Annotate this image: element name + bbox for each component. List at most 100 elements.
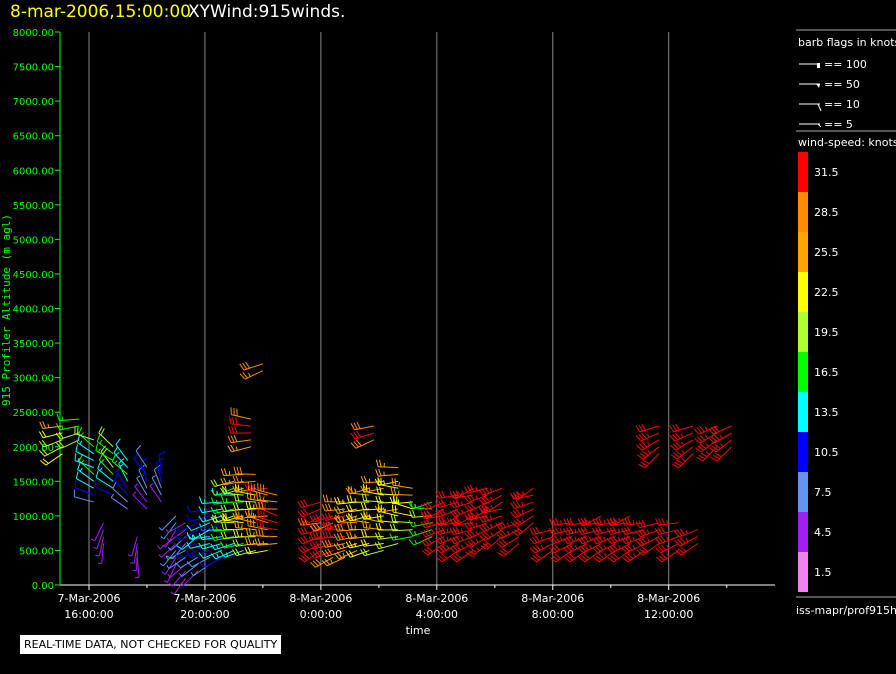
y-tick-label: 0.00 xyxy=(32,581,54,592)
wind-barb xyxy=(221,522,244,531)
wind-barb xyxy=(227,444,251,453)
colorbar-swatch xyxy=(798,312,808,352)
wind-barb xyxy=(334,523,358,532)
y-tick-label: 2000.00 xyxy=(13,443,54,454)
wind-barb xyxy=(239,370,264,380)
wind-barb xyxy=(374,541,399,550)
wind-barb xyxy=(710,446,732,462)
x-tick-label-time: 4:00:00 xyxy=(416,608,458,621)
x-tick-label-time: 20:00:00 xyxy=(180,608,229,621)
y-tick-label: 7500.00 xyxy=(13,63,54,74)
wind-barb xyxy=(670,439,694,451)
wind-barb xyxy=(509,500,534,510)
wind-barb xyxy=(654,535,679,545)
wind-barb xyxy=(160,522,177,540)
barb-icon xyxy=(817,103,822,112)
y-tick-label: 8000.00 xyxy=(13,28,54,39)
x-axis-label: time xyxy=(406,624,431,637)
wind-barb xyxy=(297,535,322,545)
colorbar-swatch xyxy=(798,152,808,192)
wind-barb xyxy=(334,496,358,505)
source-label: iss-mapr/prof915h xyxy=(796,604,896,617)
wind-barb xyxy=(420,528,445,538)
wind-barb xyxy=(669,432,694,442)
wind-barb xyxy=(375,459,399,468)
wind-barb xyxy=(391,477,413,489)
wind-barb xyxy=(94,479,114,496)
wind-barb xyxy=(158,515,177,531)
wind-barb xyxy=(232,502,256,511)
colorbar-label: 10.5 xyxy=(814,446,839,459)
y-tick-label: 2500.00 xyxy=(13,408,54,419)
colorbar-label: 31.5 xyxy=(814,166,839,179)
y-tick-label: 5000.00 xyxy=(13,235,54,246)
wind-barb xyxy=(210,479,235,487)
wind-barb xyxy=(636,439,660,451)
y-axis-label: 915 Profiler Altitude (m agl) xyxy=(0,214,13,406)
wind-barb xyxy=(227,434,251,444)
colorbar-label: 19.5 xyxy=(814,326,839,339)
pennant-icon xyxy=(817,63,820,68)
wind-barb xyxy=(230,407,251,420)
wind-barb xyxy=(635,423,660,433)
wind-barb xyxy=(420,536,445,547)
wind-barb xyxy=(391,504,413,517)
barb-legend-label: == 50 xyxy=(824,78,860,91)
wind-barb xyxy=(350,421,375,431)
y-tick-label: 4000.00 xyxy=(13,305,54,316)
colorbar-title: wind-speed: knots xyxy=(798,136,896,149)
wind-barb xyxy=(510,508,534,519)
y-tick-label: 5500.00 xyxy=(13,201,54,212)
wind-barb xyxy=(478,487,503,496)
wind-barb xyxy=(635,432,660,442)
wind-barb xyxy=(90,522,104,542)
colorbar-label: 16.5 xyxy=(814,366,839,379)
wind-barb xyxy=(478,514,503,523)
quality-notice: REAL-TIME DATA, NOT CHECKED FOR QUALITY xyxy=(20,635,282,654)
wind-barb xyxy=(186,505,210,513)
wind-barb xyxy=(232,475,256,484)
colorbar-swatch xyxy=(798,512,808,552)
wind-barb xyxy=(655,517,679,526)
wind-barb xyxy=(708,425,732,435)
y-tick-label: 6500.00 xyxy=(13,132,54,143)
wind-barb xyxy=(510,491,534,500)
wind-barb xyxy=(621,543,645,554)
wind-barb xyxy=(255,528,278,538)
y-tick-label: 1000.00 xyxy=(13,512,54,523)
colorbar-swatch xyxy=(798,232,808,272)
x-tick-label-date: 7-Mar-2006 xyxy=(57,592,120,605)
colorbar-label: 4.5 xyxy=(814,526,832,539)
y-tick-label: 6000.00 xyxy=(13,166,54,177)
wind-barb xyxy=(708,432,732,444)
wind-barb xyxy=(232,548,256,557)
x-tick-label-date: 7-Mar-2006 xyxy=(173,592,236,605)
wind-barb xyxy=(198,496,222,504)
wind-barb xyxy=(98,426,114,448)
wind-barb xyxy=(239,361,264,371)
wind-barb xyxy=(297,508,322,518)
wind-barb xyxy=(321,539,346,548)
colorbar-swatch xyxy=(798,472,808,512)
wind-barb xyxy=(333,532,358,541)
y-tick-label: 3500.00 xyxy=(13,339,54,350)
wind-barb xyxy=(333,542,358,551)
wind-barb xyxy=(110,493,128,510)
colorbar-label: 1.5 xyxy=(814,566,832,579)
wind-barb xyxy=(220,486,244,495)
y-tick-label: 7000.00 xyxy=(13,97,54,108)
x-tick-label-date: 8-Mar-2006 xyxy=(637,592,700,605)
colorbar-swatch xyxy=(798,352,808,392)
wind-barb xyxy=(654,526,679,536)
barb-legend-label: == 10 xyxy=(824,98,860,111)
wind-barb xyxy=(390,487,413,496)
y-tick-label: 500.00 xyxy=(19,546,54,557)
colorbar-label: 7.5 xyxy=(814,486,832,499)
colorbar-label: 22.5 xyxy=(814,286,839,299)
wind-barb xyxy=(655,543,679,554)
wind-barb xyxy=(529,535,553,545)
wind-barb xyxy=(321,512,346,521)
wind-barb xyxy=(158,451,166,475)
colorbar-swatch xyxy=(798,392,808,432)
wind-barb xyxy=(228,426,251,434)
